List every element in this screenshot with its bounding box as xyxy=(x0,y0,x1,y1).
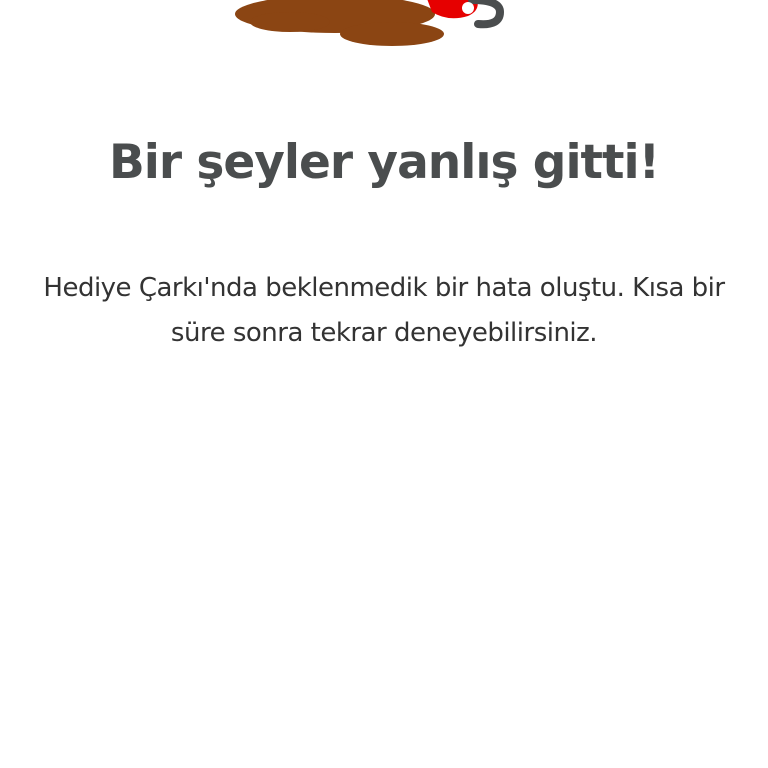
error-title: Bir şeyler yanlış gitti! xyxy=(108,135,660,190)
error-message: Hediye Çarkı'nda beklenmedik bir hata ol… xyxy=(43,273,725,348)
spilled-coffee-icon xyxy=(0,0,768,60)
